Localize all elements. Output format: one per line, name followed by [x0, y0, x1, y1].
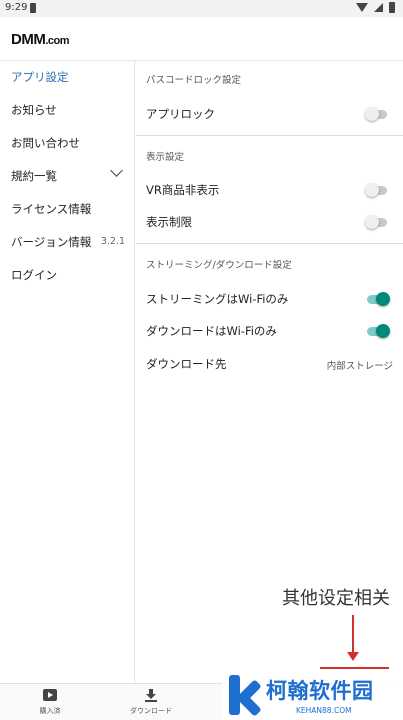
status-bar: 9:29 — [0, 0, 403, 17]
section-title-streaming: ストリーミング/ダウンロード設定 — [146, 260, 292, 271]
setting-row-hide-vr[interactable]: VR商品非表示 — [136, 174, 403, 206]
download-icon — [144, 689, 158, 702]
sidebar-item-label: ライセンス情報 — [11, 202, 92, 216]
download-wifi-toggle[interactable] — [367, 324, 390, 338]
section-divider — [136, 135, 403, 136]
sidebar-item-app-settings[interactable]: アプリ設定 — [0, 61, 135, 93]
nav-download[interactable]: ダウンロード — [101, 684, 201, 720]
setting-row-app-lock[interactable]: アプリロック — [136, 98, 403, 130]
sidebar-item-label: お問い合わせ — [11, 136, 80, 150]
wifi-icon — [356, 3, 368, 12]
sidebar-item-version[interactable]: バージョン情報 3.2.1 — [0, 226, 135, 258]
annotation-arrow-head — [347, 652, 359, 661]
dmm-logo[interactable]: DMM.com — [11, 31, 70, 48]
version-number: 3.2.1 — [100, 236, 125, 247]
sidebar-item-label: バージョン情報 — [11, 235, 92, 249]
battery-icon — [389, 2, 395, 13]
setting-label: 表示制限 — [146, 215, 192, 229]
chevron-down-icon[interactable] — [110, 164, 123, 177]
nav-label: ダウンロード — [130, 707, 172, 715]
nav-purchased[interactable]: 購入済 — [0, 684, 100, 720]
setting-label: VR商品非表示 — [146, 183, 220, 197]
sidebar-item-label: 規約一覧 — [11, 169, 57, 183]
sidebar-item-terms[interactable]: 規約一覧 — [0, 160, 135, 192]
setting-row-display-restriction[interactable]: 表示制限 — [136, 206, 403, 238]
setting-label: ストリーミングはWi-Fiのみ — [146, 292, 289, 306]
watermark-name: 柯翰软件园 — [266, 679, 374, 703]
status-time: 9:29 — [5, 2, 28, 13]
play-icon — [43, 689, 57, 701]
watermark-url: KEHAN88.COM — [296, 706, 352, 715]
setting-row-download-wifi[interactable]: ダウンロードはWi-Fiのみ — [136, 315, 403, 347]
sidebar-item-label: アプリ設定 — [11, 70, 69, 84]
annotation-underline — [320, 667, 389, 669]
setting-label: ダウンロード先 — [146, 357, 227, 371]
logo-suffix: .com — [45, 35, 70, 47]
setting-label: ダウンロードはWi-Fiのみ — [146, 324, 277, 338]
app-header: DMM.com — [0, 17, 403, 61]
download-location-value: 内部ストレージ — [326, 361, 393, 372]
cell-signal-icon — [374, 3, 383, 12]
nav-label: 購入済 — [39, 707, 61, 715]
setting-label: アプリロック — [146, 107, 215, 121]
sidebar-item-news[interactable]: お知らせ — [0, 94, 135, 126]
watermark: 柯翰软件园 KEHAN88.COM — [222, 671, 403, 720]
sidebar-item-label: お知らせ — [11, 103, 57, 117]
hide-vr-toggle[interactable] — [365, 183, 387, 197]
setting-row-download-location[interactable]: ダウンロード先 内部ストレージ — [136, 348, 403, 380]
sidebar-item-license[interactable]: ライセンス情報 — [0, 193, 135, 225]
sidebar-item-label: ログイン — [11, 268, 57, 282]
annotation-arrow — [352, 615, 354, 655]
setting-row-streaming-wifi[interactable]: ストリーミングはWi-Fiのみ — [136, 283, 403, 315]
sidebar: アプリ設定 お知らせ お問い合わせ 規約一覧 ライセンス情報 バージョン情報 3… — [0, 61, 135, 683]
section-divider — [136, 243, 403, 244]
section-title-passcode: パスコードロック設定 — [146, 75, 242, 86]
logo-main: DMM — [11, 31, 46, 48]
display-restriction-toggle[interactable] — [365, 215, 387, 229]
section-title-display: 表示設定 — [146, 152, 185, 163]
app-lock-toggle[interactable] — [365, 107, 387, 121]
watermark-logo-icon — [226, 673, 262, 717]
sim-icon — [30, 3, 36, 13]
sidebar-item-contact[interactable]: お問い合わせ — [0, 127, 135, 159]
status-icons — [356, 2, 395, 13]
annotation-text: 其他设定相关 — [282, 588, 390, 609]
streaming-wifi-toggle[interactable] — [367, 292, 390, 306]
sidebar-item-login[interactable]: ログイン — [0, 259, 135, 291]
